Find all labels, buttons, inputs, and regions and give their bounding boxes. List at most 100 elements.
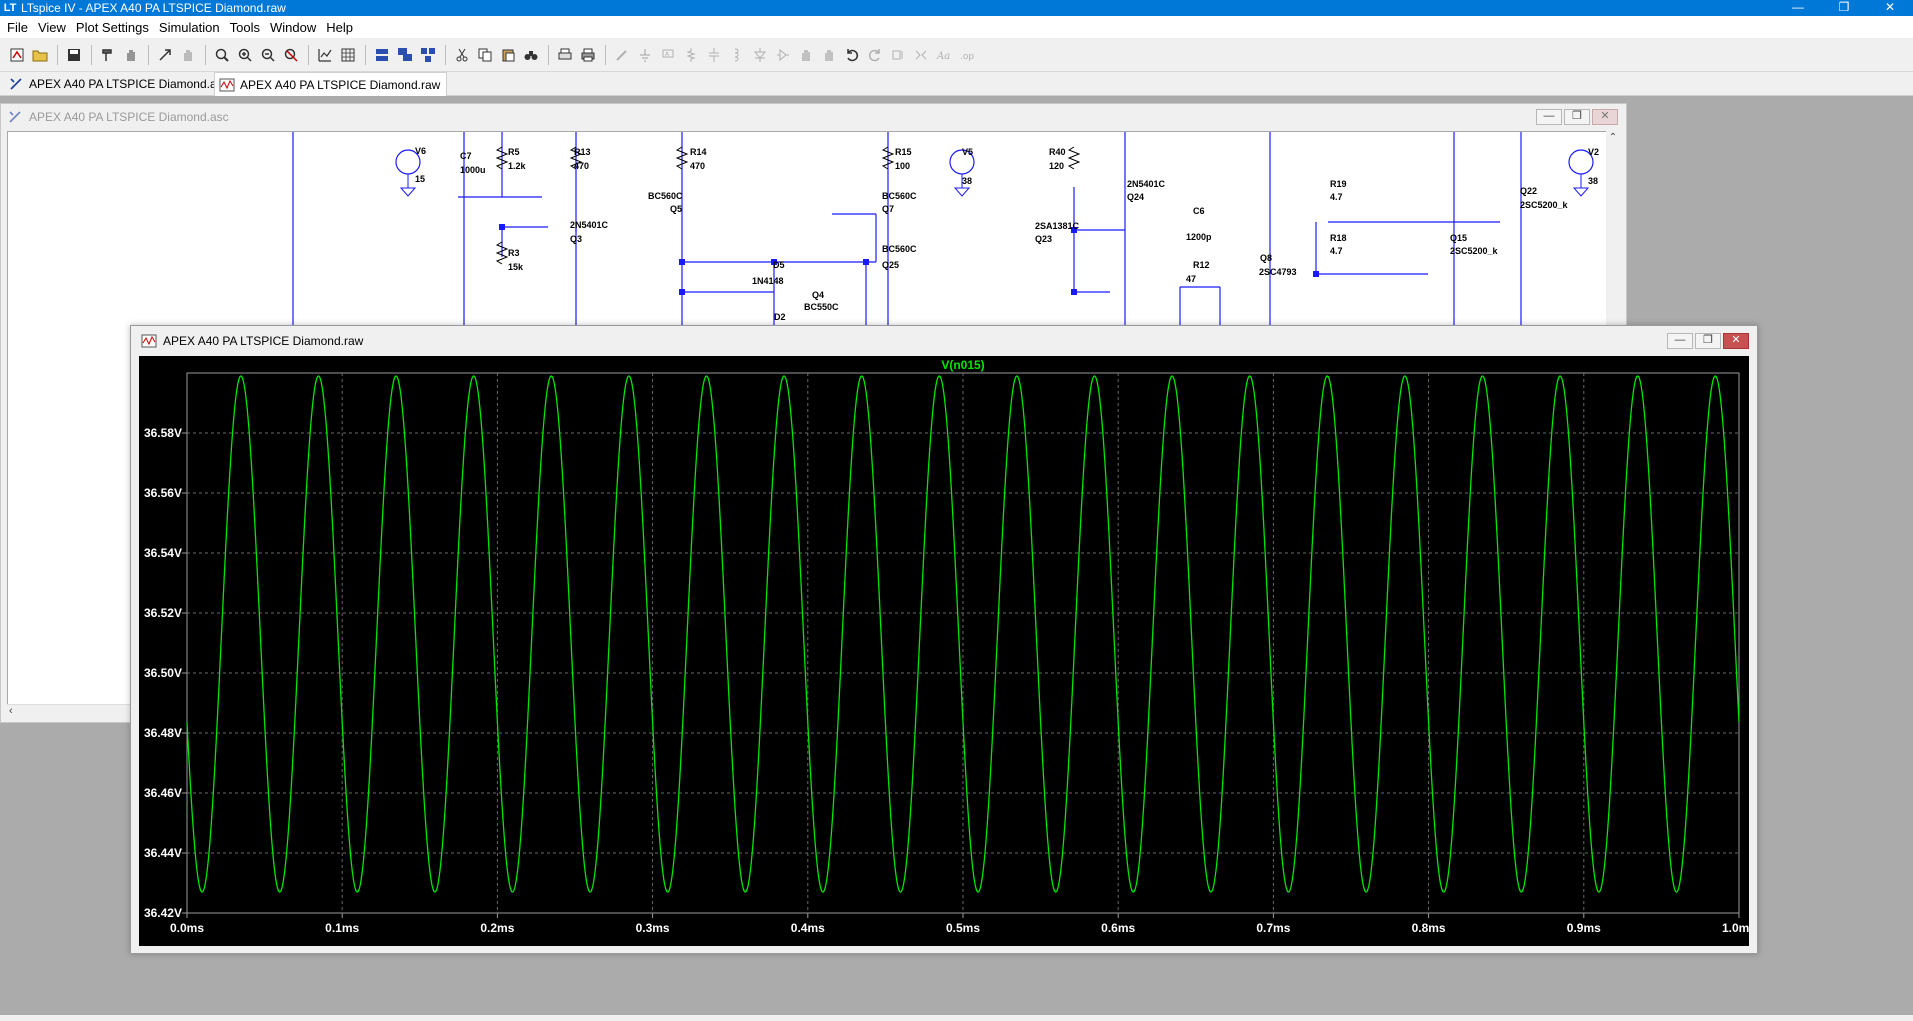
new-schematic-icon (10, 48, 23, 61)
toolbar-separator (365, 44, 366, 65)
tab-waveform[interactable]: APEX A40 PA LTSPICE Diamond.raw (214, 72, 448, 96)
schematic-label: 2SC5200_k (1520, 200, 1569, 210)
plot-pane[interactable]: V(n015) 0.0ms 0.1ms 0.2ms 0.3ms 0.4ms 0.5ms 0.6… (139, 356, 1749, 946)
autorange-button[interactable] (314, 44, 335, 65)
schematic-label: 4.7 (1330, 246, 1343, 256)
zoom-in-icon (215, 48, 229, 62)
undo-button[interactable] (841, 44, 862, 65)
scroll-up-icon[interactable]: ⌃ (1606, 131, 1620, 145)
pan-button[interactable] (177, 44, 198, 65)
menu-window[interactable]: Window (265, 20, 321, 35)
toolbar-separator (57, 44, 58, 65)
waveform-window-icon (141, 334, 157, 348)
waveform-icon (219, 78, 235, 91)
schematic-restore-button[interactable]: ❐ (1564, 109, 1590, 125)
capacitor-button[interactable] (703, 44, 724, 65)
copy-button[interactable] (474, 44, 495, 65)
schematic-label: R5 (508, 147, 520, 157)
wire-junction (499, 224, 505, 230)
schematic-label: 4.7 (1330, 192, 1343, 202)
mirror-icon (915, 50, 926, 59)
waveform-plot[interactable]: V(n015) 0.0ms 0.1ms 0.2ms 0.3ms 0.4ms 0.5ms 0.6… (139, 356, 1749, 946)
tab-schematic[interactable]: APEX A40 PA LTSPICE Diamond.asc (4, 72, 236, 96)
spice-directive-button[interactable]: .op (956, 44, 977, 65)
redo-icon (868, 48, 880, 61)
schematic-label: 47 (1186, 274, 1196, 284)
paste-icon (502, 49, 514, 61)
schematic-label: BC560C (882, 191, 917, 201)
schematic-label: BC560C (648, 191, 683, 201)
cut-button[interactable] (451, 44, 472, 65)
close-button[interactable]: ✕ (1867, 0, 1913, 16)
toolbar-separator (548, 44, 549, 65)
grid-icon (341, 48, 354, 61)
print-setup-button[interactable] (554, 44, 575, 65)
schematic-minimize-button[interactable]: — (1536, 109, 1562, 125)
grid-button[interactable] (337, 44, 358, 65)
diode-button[interactable] (749, 44, 770, 65)
waveform-minimize-button[interactable]: — (1667, 333, 1693, 349)
paste-button[interactable] (497, 44, 518, 65)
menu-file[interactable]: File (2, 20, 33, 35)
hand-icon (126, 49, 135, 61)
restore-button[interactable]: ❐ (1821, 0, 1867, 16)
label-net-button[interactable]: A (657, 44, 678, 65)
schematic-label: Q23 (1035, 234, 1052, 244)
menu-help[interactable]: Help (321, 20, 358, 35)
document-tab-bar: APEX A40 PA LTSPICE Diamond.asc APEX A40… (0, 72, 1913, 96)
ground-symbol (1572, 174, 1590, 197)
binoculars-icon (524, 50, 537, 60)
menu-view[interactable]: View (33, 20, 71, 35)
waveform-restore-button[interactable]: ❐ (1695, 333, 1721, 349)
run-button[interactable] (154, 44, 175, 65)
print-button[interactable] (577, 44, 598, 65)
minimize-button[interactable]: — (1775, 0, 1821, 16)
tile-vertical-button[interactable] (417, 44, 438, 65)
zoom-area-button[interactable] (211, 44, 232, 65)
toolbar-separator (605, 44, 606, 65)
draw-wire-button[interactable] (611, 44, 632, 65)
inductor-button[interactable] (726, 44, 747, 65)
menu-tools[interactable]: Tools (225, 20, 265, 35)
drag-button[interactable] (818, 44, 839, 65)
zoom-in-button[interactable] (234, 44, 255, 65)
waveform-close-button[interactable]: ✕ (1723, 333, 1749, 349)
control-panel-button[interactable] (97, 44, 118, 65)
save-button[interactable] (63, 44, 84, 65)
schematic-label: R12 (1193, 260, 1210, 270)
text-button[interactable]: Aa (933, 44, 954, 65)
x-tick-label: 0.5ms (946, 921, 980, 935)
find-button[interactable] (520, 44, 541, 65)
tile-horizontal-button[interactable] (371, 44, 392, 65)
schematic-label: 1000u (460, 165, 486, 175)
open-button[interactable] (29, 44, 50, 65)
tab-waveform-label: APEX A40 PA LTSPICE Diamond.raw (240, 77, 441, 92)
mirror-button[interactable] (910, 44, 931, 65)
schematic-label: 1200p (1186, 232, 1212, 242)
new-schematic-button[interactable] (6, 44, 27, 65)
move-button[interactable] (795, 44, 816, 65)
y-tick-label: 36.56V (144, 486, 182, 500)
ground-button[interactable] (634, 44, 655, 65)
halt-button[interactable] (120, 44, 141, 65)
rotate-button[interactable] (887, 44, 908, 65)
schematic-label: V6 (415, 146, 426, 156)
schematic-label: 15 (415, 174, 425, 184)
tile-vertical-icon (420, 47, 435, 62)
zoom-out-button[interactable] (257, 44, 278, 65)
resistor-button[interactable] (680, 44, 701, 65)
menu-simulation[interactable]: Simulation (154, 20, 225, 35)
magnifier-plus-icon (238, 48, 252, 62)
scroll-left-icon[interactable]: ‹ (9, 705, 13, 718)
component-button[interactable] (772, 44, 793, 65)
zoom-fit-button[interactable] (280, 44, 301, 65)
cascade-button[interactable] (394, 44, 415, 65)
y-tick-label: 36.54V (144, 546, 182, 560)
schematic-label: V2 (1588, 147, 1599, 157)
schematic-close-button[interactable]: ✕ (1592, 109, 1618, 125)
menu-plot-settings[interactable]: Plot Settings (71, 20, 154, 35)
schematic-label: 1.2k (508, 161, 527, 171)
resistor-symbol (1067, 146, 1081, 170)
redo-button[interactable] (864, 44, 885, 65)
schematic-label: Q24 (1127, 192, 1144, 202)
